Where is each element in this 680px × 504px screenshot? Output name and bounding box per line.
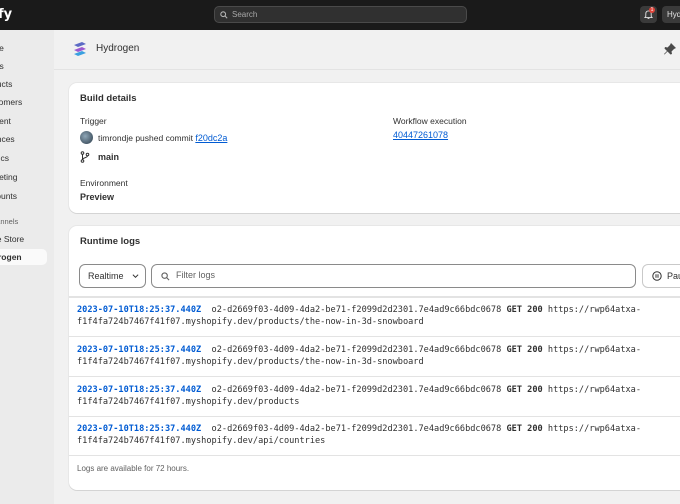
log-method: GET 200 — [506, 305, 543, 315]
sidebar-item-finances[interactable]: ances — [0, 132, 15, 146]
sidebar-item-analytics[interactable]: ytics — [0, 151, 9, 165]
notifications-button[interactable]: 1 — [640, 6, 657, 23]
sidebar-section-channels: hannels — [0, 217, 19, 226]
pause-icon — [652, 271, 662, 281]
log-request-id: o2-d2669f03-4d09-4da2-be71-f2099d2d2301.… — [211, 424, 502, 434]
workflow-link[interactable]: 40447261078 — [393, 130, 448, 140]
sidebar: me ers ducts stomers ntent ances ytics r… — [0, 30, 54, 504]
pause-button[interactable]: Pau — [642, 264, 680, 288]
log-entry[interactable]: 2023-07-10T18:25:37.440Z o2-d2669f03-4d0… — [77, 384, 680, 408]
trigger-description: timrondje pushed commit f20dc2a — [98, 133, 227, 143]
log-url-start: https://rwp64atxa- — [547, 345, 642, 355]
filter-logs-field[interactable] — [151, 264, 636, 288]
log-url-start: https://rwp64atxa- — [547, 385, 642, 395]
sidebar-item-content[interactable]: ntent — [0, 114, 11, 128]
notification-badge: 1 — [649, 7, 655, 13]
sidebar-item-online-store[interactable]: ne Store — [0, 232, 24, 246]
branch-icon — [80, 151, 90, 163]
log-url-end: f1f4fa724b7467f41f07.myshopify.dev/produ… — [77, 357, 424, 367]
search-icon — [161, 272, 170, 281]
log-request-id: o2-d2669f03-4d09-4da2-be71-f2099d2d2301.… — [211, 385, 502, 395]
log-mode-value: Realtime — [88, 271, 124, 281]
build-details-title: Build details — [80, 93, 137, 104]
divider — [69, 416, 680, 417]
trigger-text: timrondje pushed commit — [98, 133, 193, 143]
page-header — [54, 30, 680, 70]
pause-label: Pau — [667, 271, 680, 281]
hydrogen-logo-icon — [74, 42, 86, 56]
log-request-id: o2-d2669f03-4d09-4da2-be71-f2099d2d2301.… — [211, 345, 502, 355]
log-retention-note: Logs are available for 72 hours. — [77, 464, 190, 473]
top-bar: fy 1 Hyd — [0, 0, 680, 30]
log-method: GET 200 — [506, 345, 543, 355]
log-method: GET 200 — [506, 385, 543, 395]
divider — [69, 336, 680, 337]
pin-icon[interactable] — [663, 42, 677, 56]
log-mode-select[interactable]: Realtime — [79, 264, 146, 288]
sidebar-item-hydrogen[interactable]: rogen — [0, 249, 47, 265]
log-entry[interactable]: 2023-07-10T18:25:37.440Z o2-d2669f03-4d0… — [77, 304, 680, 328]
divider — [69, 455, 680, 456]
log-entry[interactable]: 2023-07-10T18:25:37.440Z o2-d2669f03-4d0… — [77, 344, 680, 368]
divider — [69, 297, 680, 298]
sidebar-item-home[interactable]: me — [0, 41, 4, 55]
avatar — [80, 131, 93, 144]
brand-logo[interactable]: fy — [0, 7, 12, 22]
branch-name: main — [98, 152, 120, 162]
log-url-end: f1f4fa724b7467f41f07.myshopify.dev/produ… — [77, 397, 300, 407]
sidebar-item-products[interactable]: ducts — [0, 77, 12, 91]
sidebar-item-orders[interactable]: ers — [0, 59, 4, 73]
filter-logs-input[interactable] — [176, 270, 576, 280]
store-switcher[interactable]: Hyd — [662, 6, 680, 23]
runtime-logs-title: Runtime logs — [80, 236, 141, 247]
search-input[interactable] — [232, 10, 432, 19]
environment-label: Environment — [80, 178, 128, 188]
sidebar-item-marketing[interactable]: rketing — [0, 170, 18, 184]
log-method: GET 200 — [506, 424, 543, 434]
log-timestamp[interactable]: 2023-07-10T18:25:37.440Z — [77, 385, 201, 395]
environment-value: Preview — [80, 192, 115, 202]
commit-link[interactable]: f20dc2a — [195, 133, 227, 143]
search-icon — [220, 10, 228, 19]
sidebar-item-customers[interactable]: stomers — [0, 95, 22, 109]
trigger-label: Trigger — [80, 116, 107, 126]
divider — [69, 376, 680, 377]
log-entry[interactable]: 2023-07-10T18:25:37.440Z o2-d2669f03-4d0… — [77, 423, 680, 447]
log-url-end: f1f4fa724b7467f41f07.myshopify.dev/api/c… — [77, 436, 326, 446]
log-url-start: https://rwp64atxa- — [547, 305, 642, 315]
log-request-id: o2-d2669f03-4d09-4da2-be71-f2099d2d2301.… — [211, 305, 502, 315]
sidebar-item-discounts[interactable]: counts — [0, 189, 17, 203]
log-url-start: https://rwp64atxa- — [547, 424, 642, 434]
log-timestamp[interactable]: 2023-07-10T18:25:37.440Z — [77, 345, 201, 355]
page-title: Hydrogen — [96, 43, 140, 54]
workflow-label: Workflow execution — [393, 116, 467, 126]
chevron-down-icon — [132, 274, 139, 279]
build-details-card — [69, 83, 680, 213]
log-timestamp[interactable]: 2023-07-10T18:25:37.440Z — [77, 305, 201, 315]
search-bar[interactable] — [214, 6, 467, 23]
log-timestamp[interactable]: 2023-07-10T18:25:37.440Z — [77, 424, 201, 434]
log-url-end: f1f4fa724b7467f41f07.myshopify.dev/produ… — [77, 317, 424, 327]
